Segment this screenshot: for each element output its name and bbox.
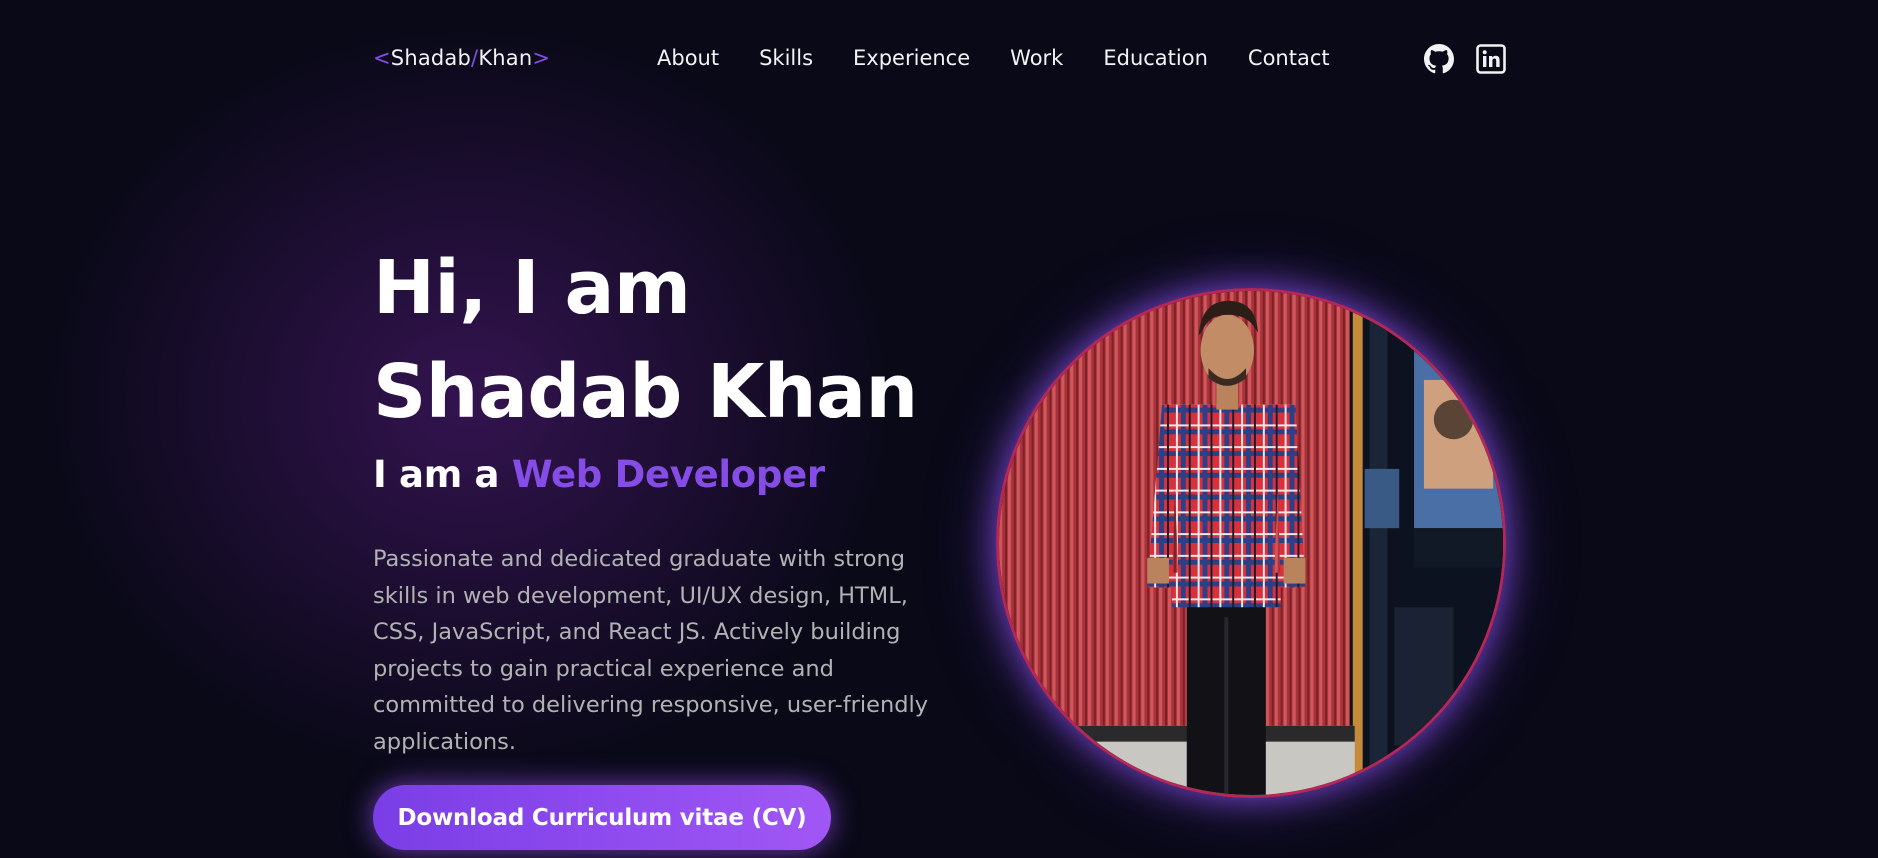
hero-role: I am a Web Developer (373, 453, 825, 496)
linkedin-icon (1476, 44, 1506, 74)
profile-photo (996, 288, 1506, 798)
portfolio-page: <Shadab/Khan> About Skills Experience Wo… (0, 0, 1878, 858)
role-title: Web Developer (511, 453, 825, 496)
navbar: <Shadab/Khan> About Skills Experience Wo… (0, 0, 1878, 120)
nav-link-contact[interactable]: Contact (1248, 46, 1330, 70)
nav-link-skills[interactable]: Skills (759, 46, 813, 70)
download-cv-button[interactable]: Download Curriculum vitae (CV) (373, 785, 831, 850)
hero-greeting: Hi, I am (373, 245, 691, 331)
hero-name: Shadab Khan (373, 349, 918, 435)
profile-photo-image (999, 291, 1503, 795)
linkedin-link[interactable] (1476, 44, 1506, 74)
nav-link-work[interactable]: Work (1010, 46, 1063, 70)
nav-link-experience[interactable]: Experience (853, 46, 970, 70)
logo-last-name: Khan (478, 46, 533, 70)
nav-link-education[interactable]: Education (1103, 46, 1208, 70)
hero-title: Hi, I am Shadab Khan (373, 236, 918, 444)
logo-first-name: Shadab (390, 46, 472, 70)
social-links (1424, 44, 1506, 74)
logo-close-bracket: > (532, 46, 551, 70)
nav-links: About Skills Experience Work Education C… (657, 46, 1370, 70)
logo-open-bracket: < (373, 46, 391, 70)
nav-link-about[interactable]: About (657, 46, 719, 70)
site-logo[interactable]: <Shadab/Khan> (373, 46, 550, 70)
github-link[interactable] (1424, 44, 1454, 74)
github-icon (1424, 44, 1454, 74)
role-prefix: I am a (373, 453, 500, 496)
hero-description: Passionate and dedicated graduate with s… (373, 546, 929, 755)
